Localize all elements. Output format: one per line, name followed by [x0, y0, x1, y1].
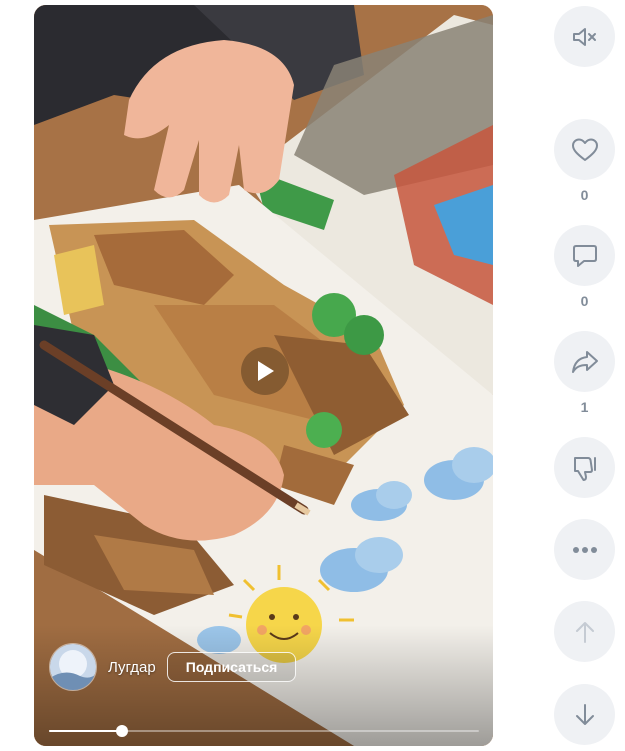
comment-button[interactable]: [554, 225, 615, 286]
more-icon: [572, 546, 597, 553]
comment-icon: [572, 244, 597, 267]
subscribe-button[interactable]: Подписаться: [166, 652, 297, 682]
heart-icon: [571, 138, 598, 161]
arrow-up-icon: [575, 621, 594, 643]
author-name[interactable]: Лугдар: [108, 659, 156, 676]
likes-count: 0: [580, 187, 589, 203]
more-button[interactable]: [554, 519, 615, 580]
share-icon: [571, 350, 598, 373]
mute-icon: [572, 27, 596, 46]
dislike-button[interactable]: [554, 437, 615, 498]
play-icon: [258, 361, 274, 381]
like-button[interactable]: [554, 119, 615, 180]
video-player[interactable]: Лугдар Подписаться: [34, 5, 493, 746]
avatar[interactable]: [49, 643, 97, 691]
author-block: Лугдар Подписаться: [49, 642, 297, 692]
dislike-icon: [573, 456, 596, 481]
share-button[interactable]: [554, 331, 615, 392]
previous-video-button[interactable]: [554, 601, 615, 662]
next-video-button[interactable]: [554, 684, 615, 745]
comments-count: 0: [580, 293, 589, 309]
arrow-down-icon: [575, 703, 594, 725]
video-progress-bar[interactable]: [49, 723, 479, 739]
play-button[interactable]: [241, 347, 289, 395]
mute-button[interactable]: [554, 6, 615, 67]
shares-count: 1: [580, 399, 589, 415]
progress-handle[interactable]: [116, 725, 129, 737]
progress-fill: [49, 730, 123, 732]
